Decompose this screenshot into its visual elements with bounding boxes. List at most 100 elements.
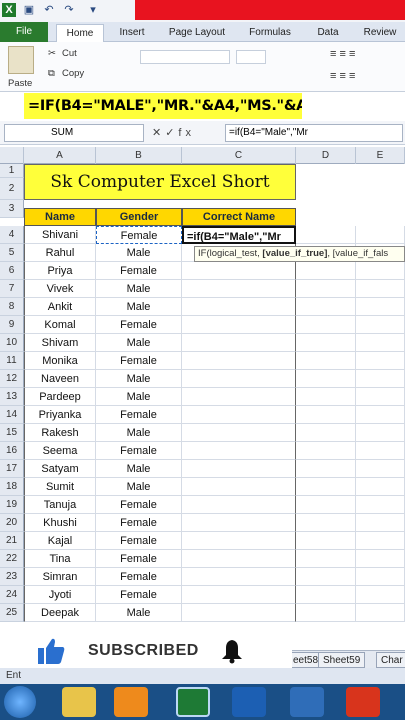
font-name-select[interactable] bbox=[140, 50, 230, 64]
cell-e[interactable] bbox=[356, 532, 405, 550]
cell-e[interactable] bbox=[356, 226, 405, 244]
cell-name[interactable]: Komal bbox=[24, 316, 96, 334]
cell-name[interactable]: Rahul bbox=[24, 244, 96, 262]
cell-correct-name[interactable] bbox=[182, 460, 296, 478]
tab-home[interactable]: Home bbox=[56, 24, 104, 42]
cell-d[interactable] bbox=[296, 262, 356, 280]
tab-insert[interactable]: Insert bbox=[112, 24, 152, 42]
header-gender[interactable]: Gender bbox=[96, 208, 182, 226]
cell-name[interactable]: Tanuja bbox=[24, 496, 96, 514]
cell-e[interactable] bbox=[356, 550, 405, 568]
cell-d[interactable] bbox=[296, 514, 356, 532]
header-correct-name[interactable]: Correct Name bbox=[182, 208, 296, 226]
cell-name[interactable]: Pardeep bbox=[24, 388, 96, 406]
cell-correct-name[interactable] bbox=[182, 262, 296, 280]
cell-e[interactable] bbox=[356, 334, 405, 352]
column-header-b[interactable]: B bbox=[96, 147, 182, 164]
cell-d[interactable] bbox=[296, 442, 356, 460]
bell-icon[interactable] bbox=[220, 638, 244, 664]
select-all-corner[interactable] bbox=[0, 147, 24, 164]
cell-gender[interactable]: Male bbox=[96, 424, 182, 442]
cell-d[interactable] bbox=[296, 424, 356, 442]
cell-correct-name[interactable] bbox=[182, 406, 296, 424]
cell-d[interactable] bbox=[296, 370, 356, 388]
cell-correct-name[interactable] bbox=[182, 568, 296, 586]
customize-toolbar-icon[interactable]: ▾ bbox=[86, 3, 100, 17]
cell-gender[interactable]: Male bbox=[96, 370, 182, 388]
cell-name[interactable]: Priyanka bbox=[24, 406, 96, 424]
column-header-c[interactable]: C bbox=[182, 147, 296, 164]
cell-name[interactable]: Shivani bbox=[24, 226, 96, 244]
cell-d[interactable] bbox=[296, 280, 356, 298]
row-header[interactable]: 21 bbox=[0, 532, 24, 550]
row-header[interactable]: 9 bbox=[0, 316, 24, 334]
cell-gender[interactable]: Female bbox=[96, 406, 182, 424]
cut-button[interactable]: Cut bbox=[62, 48, 77, 59]
cell-correct-name[interactable] bbox=[182, 316, 296, 334]
cell-gender[interactable]: Female bbox=[96, 586, 182, 604]
file-explorer-icon[interactable] bbox=[62, 687, 96, 717]
cell-e[interactable] bbox=[356, 316, 405, 334]
cell-name[interactable]: Monika bbox=[24, 352, 96, 370]
cell-name[interactable]: Vivek bbox=[24, 280, 96, 298]
row-header[interactable]: 12 bbox=[0, 370, 24, 388]
cell-correct-name[interactable] bbox=[182, 514, 296, 532]
cell-name[interactable]: Satyam bbox=[24, 460, 96, 478]
row-header[interactable]: 15 bbox=[0, 424, 24, 442]
cell-e[interactable] bbox=[356, 496, 405, 514]
cell-d[interactable] bbox=[296, 316, 356, 334]
cell-d[interactable] bbox=[296, 406, 356, 424]
cell-d[interactable] bbox=[296, 604, 356, 622]
cell-d[interactable] bbox=[296, 568, 356, 586]
tooltip-bold-arg[interactable]: [value_if_true] bbox=[262, 248, 327, 259]
cell-name[interactable]: Ankit bbox=[24, 298, 96, 316]
row-header[interactable]: 10 bbox=[0, 334, 24, 352]
cell-d[interactable] bbox=[296, 334, 356, 352]
copy-button[interactable]: Copy bbox=[62, 68, 84, 79]
cell-e[interactable] bbox=[356, 460, 405, 478]
cut-icon[interactable]: ✂ bbox=[48, 48, 56, 59]
save-icon[interactable]: ▣ bbox=[22, 3, 36, 17]
row-header[interactable]: 11 bbox=[0, 352, 24, 370]
cell-gender[interactable]: Male bbox=[96, 460, 182, 478]
cell-correct-name[interactable] bbox=[182, 280, 296, 298]
undo-icon[interactable]: ↶ bbox=[42, 3, 56, 17]
tab-page-layout[interactable]: Page Layout bbox=[162, 24, 232, 42]
cell-d[interactable] bbox=[296, 478, 356, 496]
cell-correct-name[interactable] bbox=[182, 442, 296, 460]
sheet-tab-59[interactable]: Sheet59 bbox=[318, 652, 366, 668]
cell-correct-name[interactable] bbox=[182, 550, 296, 568]
row-header[interactable]: 4 bbox=[0, 226, 24, 244]
cell-d[interactable] bbox=[296, 352, 356, 370]
cell-gender[interactable]: Male bbox=[96, 388, 182, 406]
cell-e[interactable] bbox=[356, 478, 405, 496]
cell-name[interactable]: Sumit bbox=[24, 478, 96, 496]
cell-gender[interactable]: Female bbox=[96, 226, 182, 244]
row-header[interactable]: 24 bbox=[0, 586, 24, 604]
cell-d[interactable] bbox=[296, 496, 356, 514]
cell-gender[interactable]: Female bbox=[96, 442, 182, 460]
cell-correct-name[interactable] bbox=[182, 496, 296, 514]
cell-correct-name[interactable] bbox=[182, 298, 296, 316]
column-header-d[interactable]: D bbox=[296, 147, 356, 164]
cell-gender[interactable]: Female bbox=[96, 568, 182, 586]
cell-name[interactable]: Simran bbox=[24, 568, 96, 586]
row-header[interactable]: 17 bbox=[0, 460, 24, 478]
row-header[interactable]: 6 bbox=[0, 262, 24, 280]
word-taskbar-icon[interactable] bbox=[232, 687, 266, 717]
cell-name[interactable]: Naveen bbox=[24, 370, 96, 388]
font-size-select[interactable] bbox=[236, 50, 266, 64]
cell-d[interactable] bbox=[296, 586, 356, 604]
row-header[interactable]: 22 bbox=[0, 550, 24, 568]
start-button-icon[interactable] bbox=[4, 686, 36, 718]
cell-name[interactable]: Deepak bbox=[24, 604, 96, 622]
cell-correct-name[interactable] bbox=[182, 532, 296, 550]
cell-e[interactable] bbox=[356, 514, 405, 532]
row-header-2[interactable]: 2 bbox=[0, 178, 24, 200]
cell-e[interactable] bbox=[356, 262, 405, 280]
cell-correct-name[interactable] bbox=[182, 604, 296, 622]
copy-icon[interactable]: ⧉ bbox=[48, 68, 55, 79]
media-player-icon[interactable] bbox=[114, 687, 148, 717]
tab-file[interactable]: File bbox=[0, 22, 48, 42]
sheet-tab-chart[interactable]: Char bbox=[376, 652, 405, 668]
